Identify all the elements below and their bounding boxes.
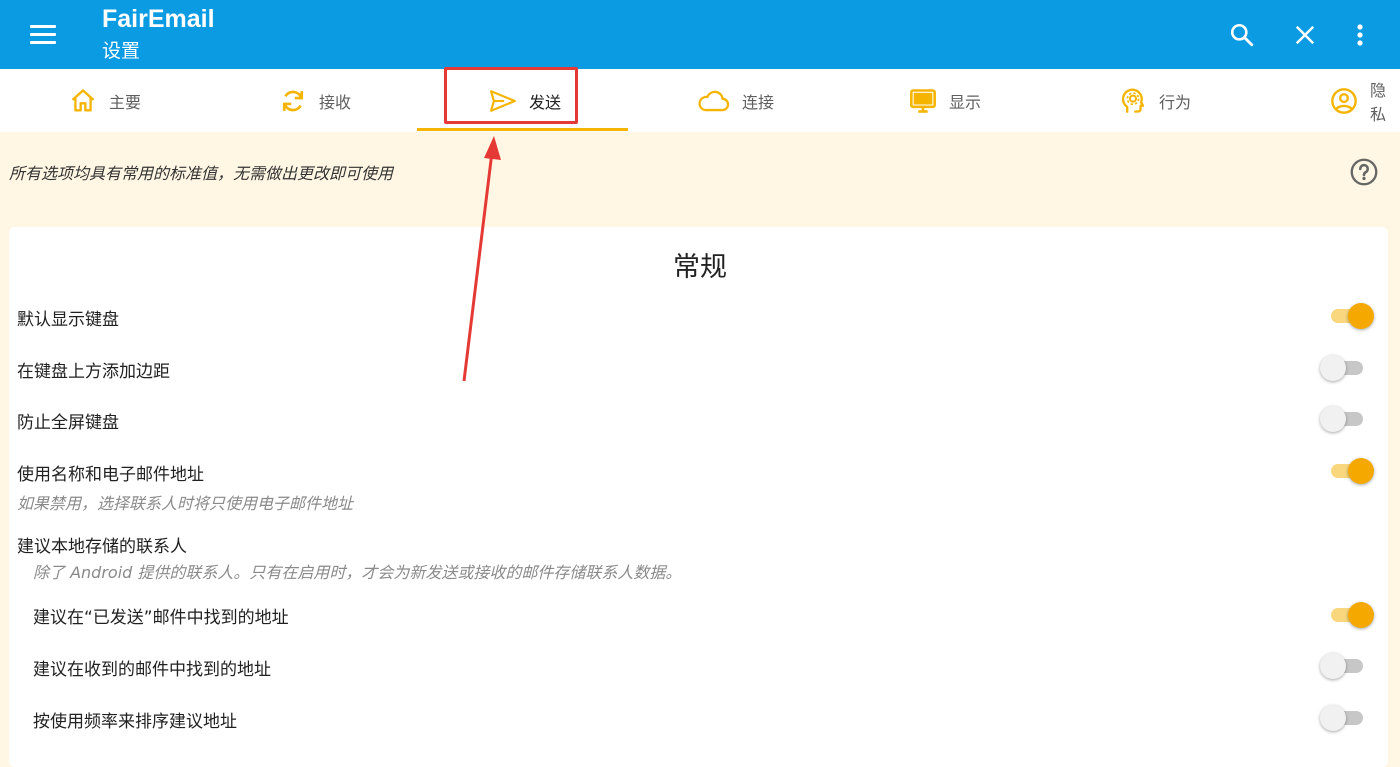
annotation-arrow — [462, 136, 501, 382]
